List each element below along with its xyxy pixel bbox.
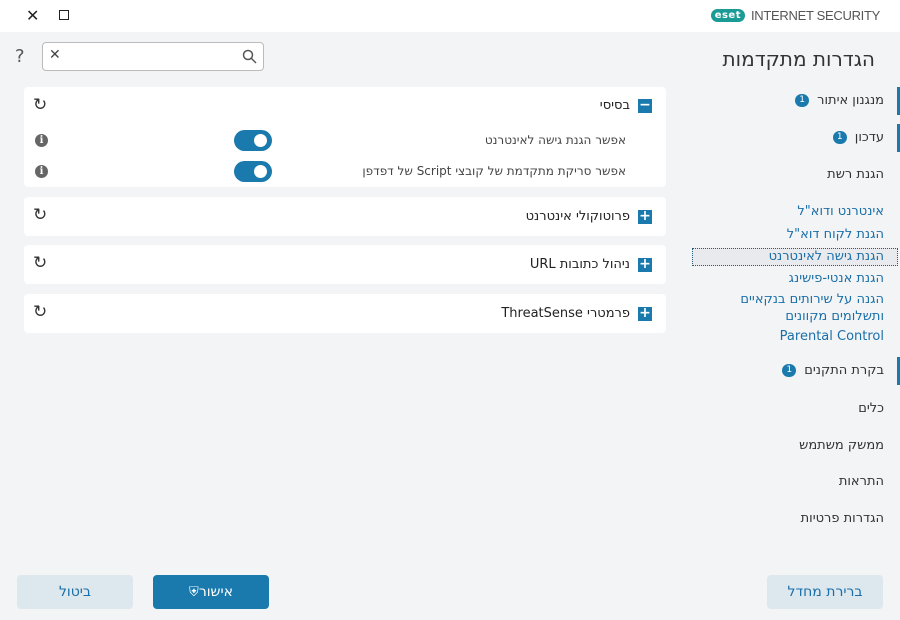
section-web-protocols: + פרוטוקולי אינטרנט ↻ [24,197,666,236]
page-title: הגדרות מתקדמות [722,47,875,71]
default-button[interactable]: ברירת מחדל [767,575,883,609]
reset-icon[interactable]: ↻ [33,95,47,115]
brand-logo: eset INTERNET SECURITY [710,8,880,23]
nav-banking-protection[interactable]: הגנה על שירותים בנקאיים ותשלומים מקוונים [694,291,884,325]
expand-icon[interactable]: + [638,306,652,321]
product-name: INTERNET SECURITY [750,8,880,23]
ok-label: אישור [198,584,233,600]
search-icon[interactable] [242,49,257,64]
script-scan-toggle[interactable] [234,161,272,182]
nav-detection-engine[interactable]: מנגנון איתור1 [795,93,884,108]
reset-icon[interactable]: ↻ [33,253,47,273]
maximize-icon[interactable] [59,10,69,20]
section-url-management: + ניהול כתובות URL ↻ [24,245,666,284]
nav-update[interactable]: עדכון1 [832,130,884,145]
nav-anti-phishing[interactable]: הגנת אנטי-פישינג [789,271,884,286]
reset-icon[interactable]: ↻ [33,205,47,225]
count-badge: 1 [795,94,810,107]
count-badge: 1 [832,131,847,144]
expand-icon[interactable]: + [638,209,652,224]
nav-web-and-email[interactable]: אינטרנט ודוא"ל [797,204,884,219]
nav-notifications[interactable]: התראות [839,474,884,489]
nav-privacy-settings[interactable]: הגדרות פרטיות [801,511,884,526]
setting-label: אפשר סריקת מתקדמת של קובצי Script של דפד… [362,164,626,178]
help-icon[interactable]: ? [15,46,25,67]
section-header[interactable]: + פרמטרי ThreatSense [501,306,652,321]
nav-parental-control[interactable]: Parental Control [780,329,884,344]
eset-logo: eset [710,9,745,22]
section-header[interactable]: − בסיסי [600,98,652,113]
collapse-icon[interactable]: − [638,98,652,113]
search-field[interactable]: ✕ [42,42,264,71]
section-header[interactable]: + ניהול כתובות URL [530,257,652,272]
nav-email-client-protection[interactable]: הגנת לקוח דוא"ל [787,227,884,242]
section-threatsense: + פרמטרי ThreatSense ↻ [24,294,666,333]
expand-icon[interactable]: + [638,257,652,272]
search-input[interactable] [69,46,229,67]
close-icon[interactable]: ✕ [26,6,39,25]
nav-web-access-protection[interactable]: הגנת גישה לאינטרנט [769,249,884,264]
nav-tools[interactable]: כלים [858,401,884,416]
section-title: פרוטוקולי אינטרנט [525,209,630,224]
section-title: פרמטרי ThreatSense [501,306,630,321]
nav-user-interface[interactable]: ממשק משתמש [799,438,884,453]
shield-icon: ⛨ [189,585,199,600]
section-basic: − בסיסי ↻ אפשר הגנת גישה לאינטרנט i אפשר … [24,87,666,187]
cancel-button[interactable]: ביטול [17,575,133,609]
setting-label: אפשר הגנת גישה לאינטרנט [484,133,626,147]
reset-icon[interactable]: ↻ [33,302,47,322]
nav-device-control[interactable]: בקרת התקנים1 [782,363,884,378]
section-header[interactable]: + פרוטוקולי אינטרנט [526,209,652,224]
section-title: בסיסי [599,98,630,113]
clear-icon[interactable]: ✕ [49,47,61,63]
info-icon[interactable]: i [35,165,48,178]
count-badge: 1 [782,364,797,377]
nav-network-protection[interactable]: הגנת רשת [827,167,884,182]
section-title: ניהול כתובות URL [529,257,630,272]
info-icon[interactable]: i [35,134,48,147]
ok-button[interactable]: אישור⛨ [153,575,269,609]
web-access-toggle[interactable] [234,130,272,151]
